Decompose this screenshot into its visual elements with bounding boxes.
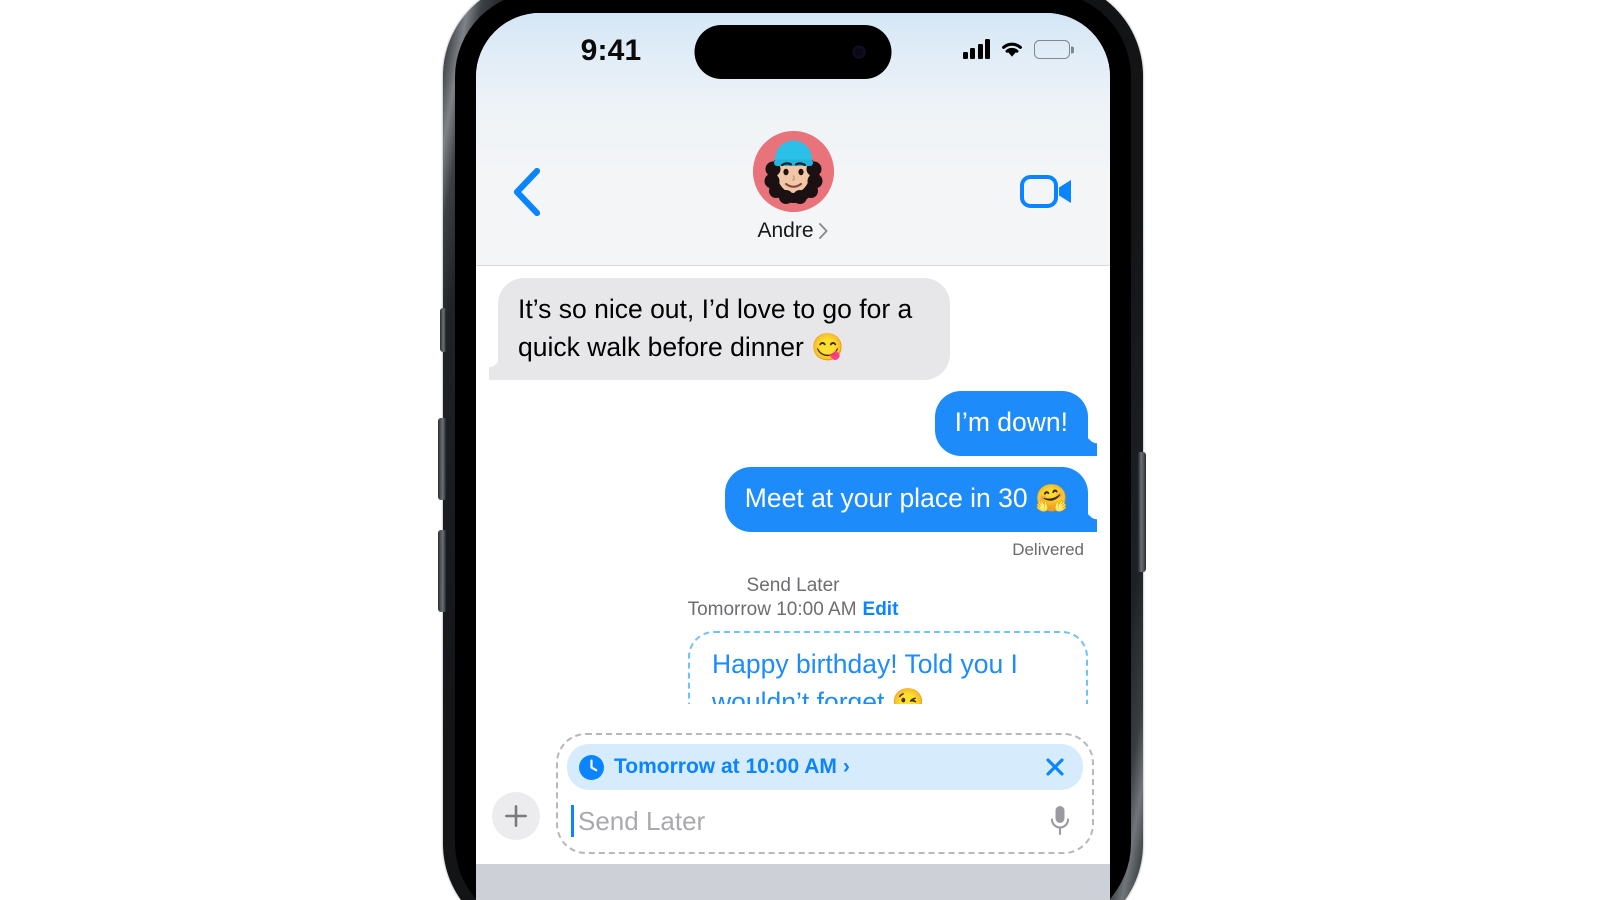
volume-up-button[interactable] xyxy=(438,418,446,500)
message-row-outgoing: Meet at your place in 30 🤗 xyxy=(476,466,1110,532)
microphone-icon xyxy=(1050,806,1070,836)
send-later-time: Tomorrow 10:00 AM xyxy=(687,598,857,620)
power-button[interactable] xyxy=(1138,452,1146,572)
mute-switch-button[interactable] xyxy=(440,308,446,352)
schedule-pill-label: Tomorrow at 10:00 AM xyxy=(614,755,837,778)
message-bubble-incoming[interactable]: It’s so nice out, I’d love to go for a q… xyxy=(498,278,950,381)
send-later-schedule-line: Tomorrow 10:00 AM Edit xyxy=(688,599,899,620)
volume-down-button[interactable] xyxy=(438,530,446,612)
schedule-pill[interactable]: Tomorrow at 10:00 AM › xyxy=(567,744,1083,790)
avatar[interactable] xyxy=(752,131,834,212)
text-cursor xyxy=(571,805,574,837)
chevron-left-icon xyxy=(513,167,541,217)
video-camera-icon xyxy=(1020,175,1071,208)
contact-name-row[interactable]: Andre xyxy=(678,219,908,243)
keyboard-area[interactable] xyxy=(476,864,1110,900)
back-button[interactable] xyxy=(504,161,556,223)
phone-screen: 9:41 Andre It’s so nice out, I’d love to… xyxy=(476,13,1110,900)
close-x-icon xyxy=(1046,758,1064,776)
battery-icon xyxy=(1034,40,1070,59)
message-input-placeholder[interactable]: Send Later xyxy=(578,806,705,837)
schedule-clear-button[interactable] xyxy=(1043,755,1067,779)
plus-icon xyxy=(505,805,527,827)
cellular-signal-icon xyxy=(962,39,990,59)
facetime-video-button[interactable] xyxy=(1018,165,1078,217)
send-later-meta: Send Later Tomorrow 10:00 AM Edit xyxy=(476,574,1110,623)
message-bubble-outgoing[interactable]: I’m down! xyxy=(934,391,1088,456)
memoji-avatar-icon xyxy=(752,131,834,212)
screenshot-canvas: 9:41 Andre It’s so nice out, I’d love to… xyxy=(0,0,1600,900)
send-later-title: Send Later xyxy=(746,574,840,596)
status-icons-group xyxy=(962,39,1070,59)
message-row-incoming: It’s so nice out, I’d love to go for a q… xyxy=(476,278,1110,381)
status-time: 9:41 xyxy=(580,34,642,67)
composer-input-container[interactable]: Tomorrow at 10:00 AM › Send Later xyxy=(556,733,1094,854)
message-row-outgoing: I’m down! xyxy=(476,391,1110,456)
dynamic-island xyxy=(694,25,892,79)
status-bar: 9:41 xyxy=(476,13,1110,95)
chevron-right-icon xyxy=(818,223,828,239)
message-composer: Tomorrow at 10:00 AM › Send Later xyxy=(476,704,1110,864)
schedule-pill-chevron-icon: › xyxy=(842,755,850,778)
dictation-button[interactable] xyxy=(1047,804,1073,838)
contact-name: Andre xyxy=(757,219,814,242)
add-attachment-button[interactable] xyxy=(492,792,540,840)
contact-header-button[interactable]: Andre xyxy=(678,131,908,243)
message-bubble-outgoing[interactable]: Meet at your place in 30 🤗 xyxy=(724,466,1088,532)
send-later-edit-button[interactable]: Edit xyxy=(863,599,899,620)
message-input-row[interactable]: Send Later xyxy=(567,790,1083,852)
delivery-status: Delivered xyxy=(1012,539,1084,559)
front-camera-icon xyxy=(852,45,866,59)
wifi-icon xyxy=(999,39,1025,59)
clock-icon xyxy=(579,754,604,780)
